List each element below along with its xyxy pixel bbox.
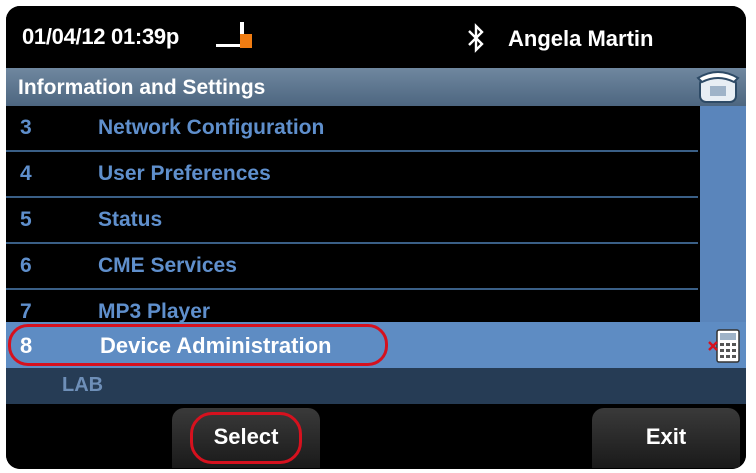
menu-item-label: Status bbox=[98, 208, 163, 231]
menu-item-number: 6 bbox=[20, 254, 32, 277]
annotation-circle bbox=[190, 412, 302, 464]
select-softkey[interactable]: Select bbox=[172, 408, 320, 468]
title-bar: Information and Settings bbox=[6, 68, 746, 106]
menu-item-user-preferences[interactable]: 4 User Preferences bbox=[6, 152, 698, 198]
bluetooth-icon bbox=[468, 23, 484, 53]
line-status-icon bbox=[216, 22, 252, 48]
menu-item-number: 3 bbox=[20, 116, 32, 139]
exit-softkey[interactable]: Exit bbox=[592, 408, 740, 468]
menu-item-number: 4 bbox=[20, 162, 32, 185]
menu-item-status[interactable]: 5 Status bbox=[6, 198, 698, 244]
menu-item-number: 5 bbox=[20, 208, 32, 231]
menu-item-number: 7 bbox=[20, 300, 32, 323]
menu-item-label: User Preferences bbox=[98, 162, 271, 185]
info-label: LAB bbox=[62, 374, 104, 396]
menu-item-cme-services[interactable]: 6 CME Services bbox=[6, 244, 698, 290]
menu-item-device-administration[interactable]: 8 Device Administration bbox=[6, 322, 746, 368]
keypad-icon bbox=[708, 329, 740, 363]
settings-menu-list: 3 Network Configuration 4 User Preferenc… bbox=[6, 106, 698, 334]
softkey-bar: Select Exit bbox=[6, 404, 746, 469]
status-bar: 01/04/12 01:39p Angela Martin bbox=[6, 6, 746, 68]
menu-item-label: Network Configuration bbox=[98, 116, 325, 139]
user-name: Angela Martin bbox=[508, 26, 654, 51]
menu-item-label: CME Services bbox=[98, 254, 237, 277]
menu-item-network-configuration[interactable]: 3 Network Configuration bbox=[6, 106, 698, 152]
phone-icon bbox=[696, 71, 740, 103]
scrollbar[interactable] bbox=[700, 106, 746, 322]
page-title: Information and Settings bbox=[18, 76, 266, 99]
phone-screen: 01/04/12 01:39p Angela Martin Informatio… bbox=[6, 6, 746, 469]
info-strip: LAB bbox=[6, 368, 746, 404]
annotation-circle bbox=[8, 324, 388, 366]
exit-softkey-label: Exit bbox=[645, 424, 687, 449]
datetime: 01/04/12 01:39p bbox=[22, 24, 179, 49]
menu-item-label: MP3 Player bbox=[98, 300, 211, 323]
